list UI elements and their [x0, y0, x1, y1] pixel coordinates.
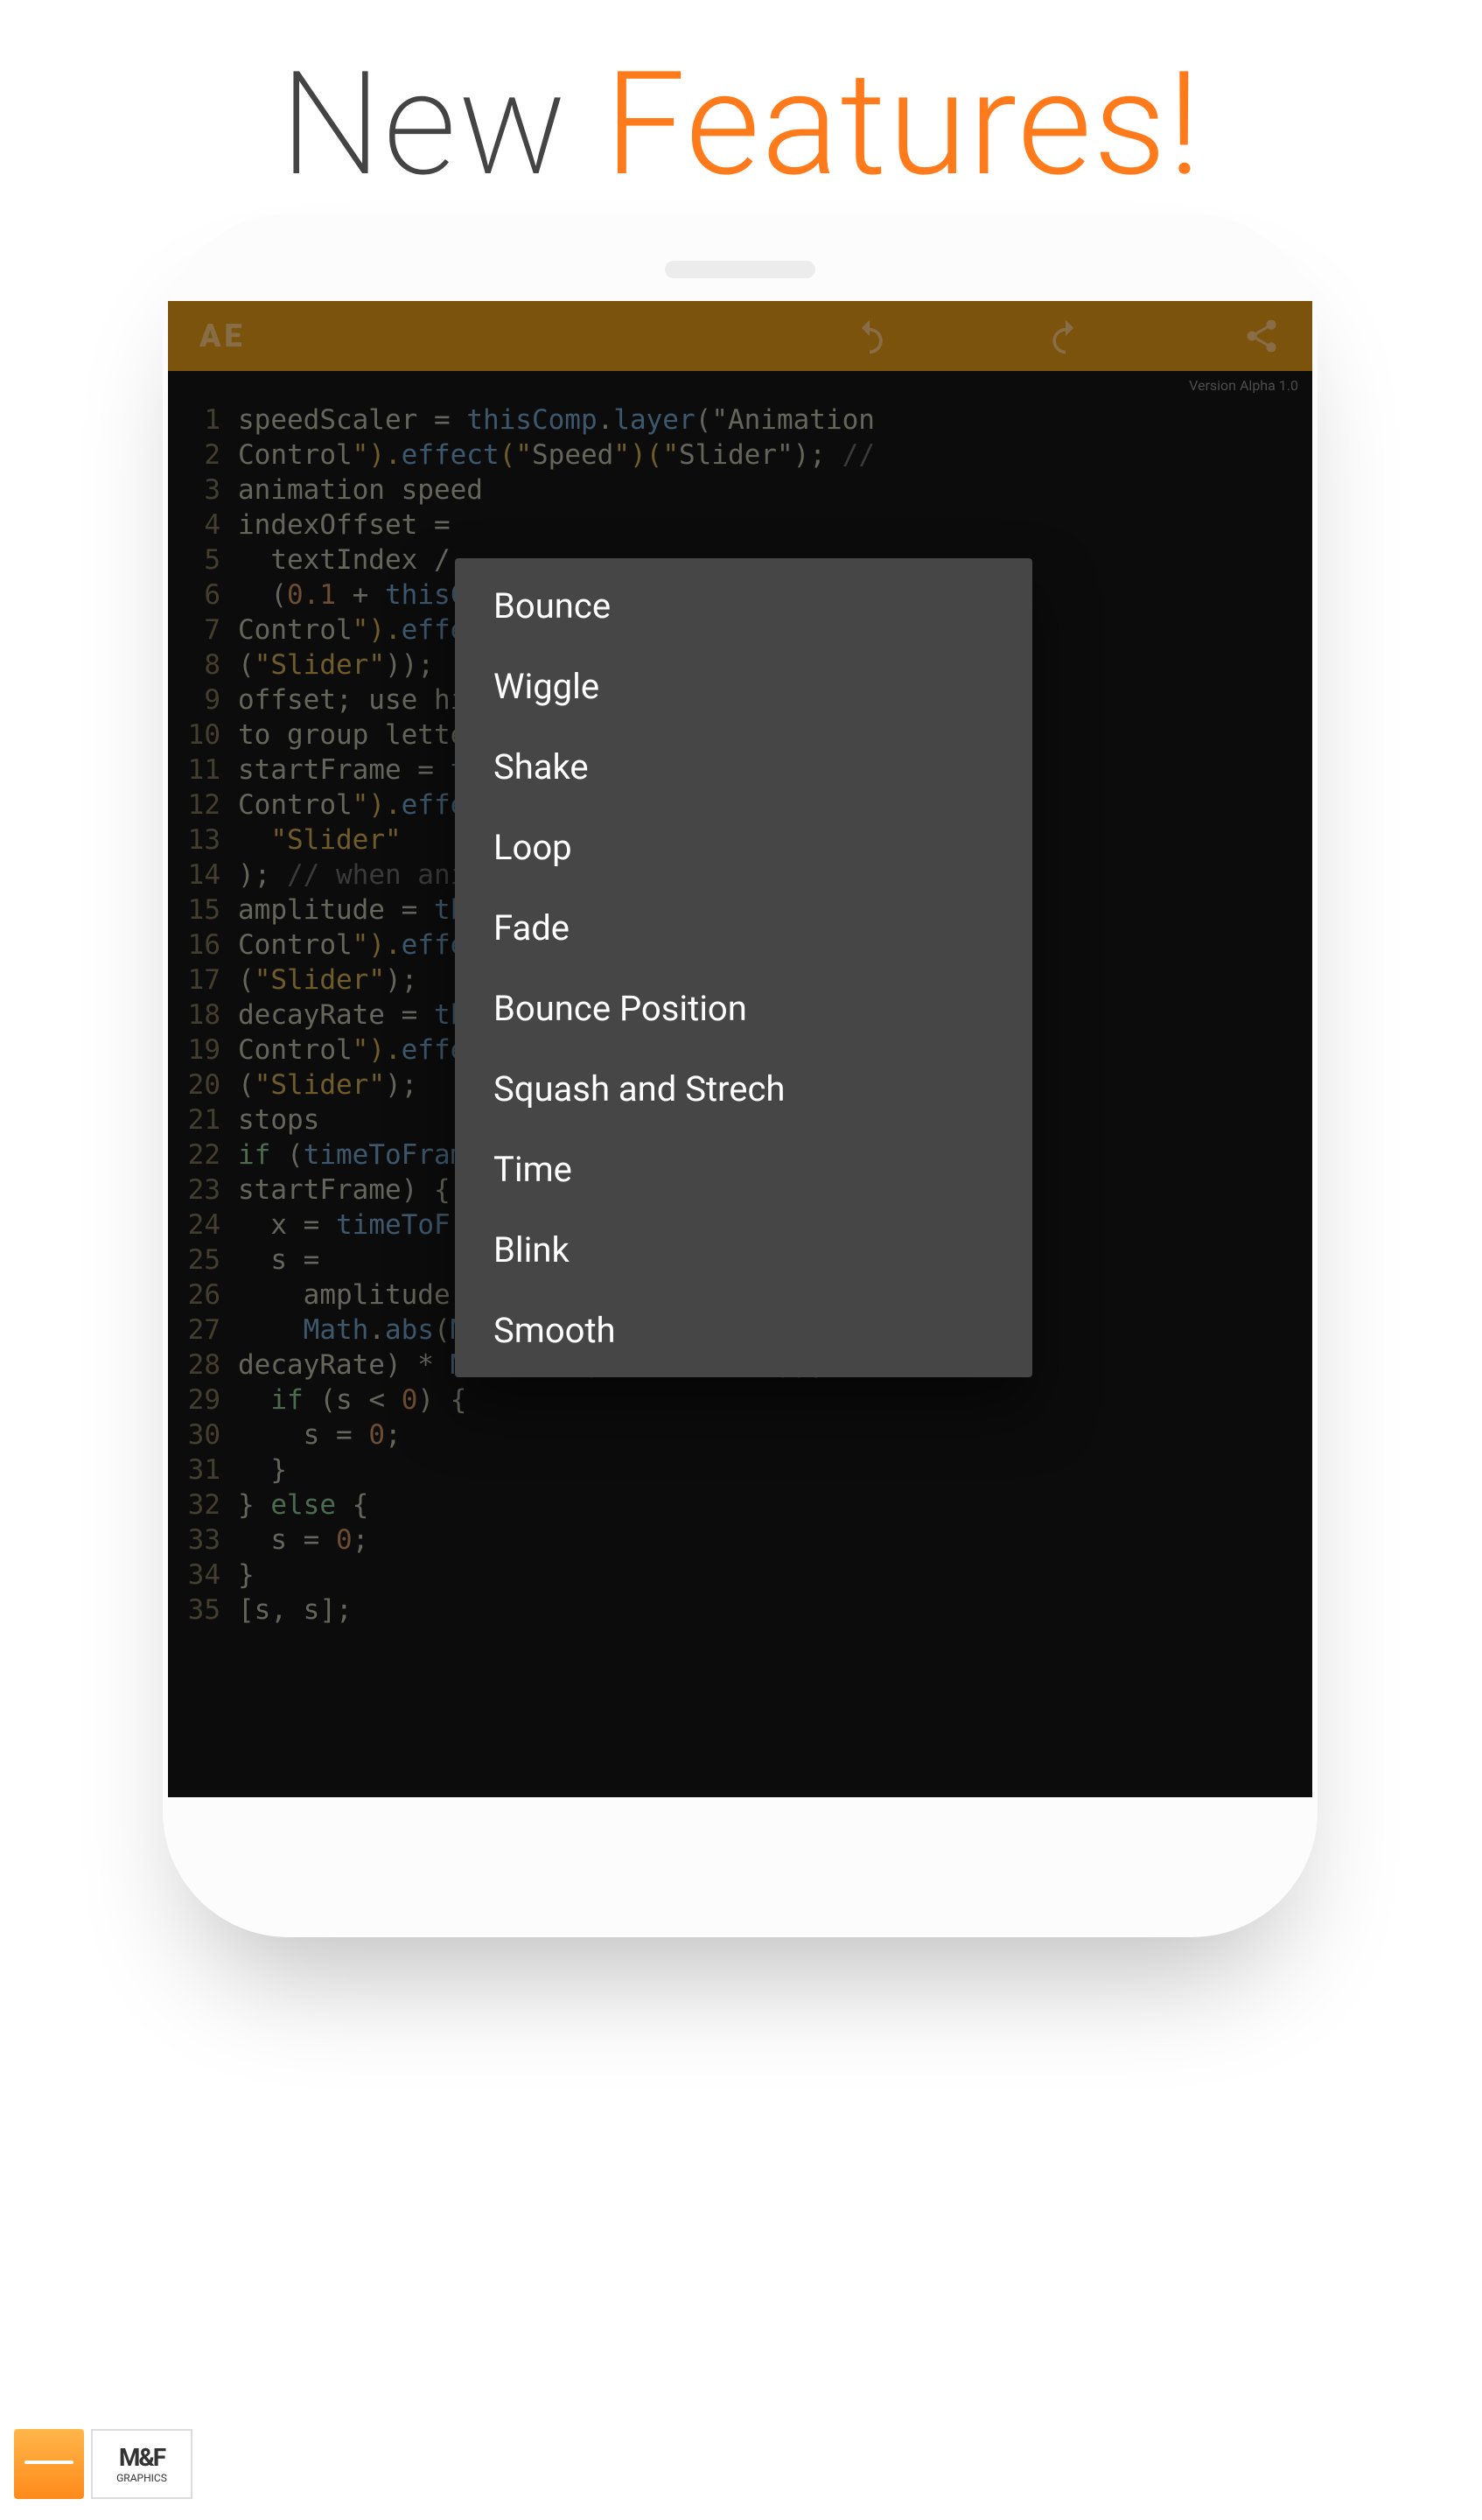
company-logo: M&F GRAPHICS [91, 2429, 192, 2499]
menu-item-blink[interactable]: Blink [455, 1209, 1032, 1290]
menu-item-fade[interactable]: Fade [455, 887, 1032, 968]
code-line[interactable]: 3animation speed [182, 472, 1309, 508]
version-label: Version Alpha 1.0 [1189, 378, 1298, 394]
company-logo-big: M&F [119, 2444, 164, 2472]
page-headline: New Features! [0, 42, 1482, 210]
app-screen: AE Version Alpha 1.0 1speedScaler = this… [168, 301, 1312, 1797]
code-line[interactable]: 35[s, s]; [182, 1592, 1309, 1628]
headline-part2: Features! [605, 42, 1202, 210]
menu-item-time[interactable]: Time [455, 1129, 1032, 1209]
code-line[interactable]: 33 s = 0; [182, 1522, 1309, 1558]
menu-item-loop[interactable]: Loop [455, 807, 1032, 887]
share-icon[interactable] [1242, 317, 1281, 355]
app-icon [14, 2429, 84, 2499]
code-line[interactable]: 4indexOffset = [182, 508, 1309, 542]
undo-icon[interactable] [850, 317, 889, 355]
code-line[interactable]: 34} [182, 1558, 1309, 1592]
app-logo: AE [199, 318, 246, 354]
code-line[interactable]: 1speedScaler = thisComp.layer("Animation [182, 402, 1309, 438]
code-line[interactable]: 29 if (s < 0) { [182, 1382, 1309, 1418]
company-logo-small: GRAPHICS [116, 2472, 167, 2484]
phone-mockup: AE Version Alpha 1.0 1speedScaler = this… [163, 214, 1318, 1937]
redo-icon[interactable] [1046, 317, 1085, 355]
menu-item-squash-stretch[interactable]: Squash and Strech [455, 1048, 1032, 1129]
menu-item-smooth[interactable]: Smooth [455, 1290, 1032, 1370]
menu-item-shake[interactable]: Shake [455, 726, 1032, 807]
code-line[interactable]: 30 s = 0; [182, 1418, 1309, 1452]
code-line[interactable]: 2Control").effect("Speed")("Slider"); // [182, 438, 1309, 472]
code-line[interactable]: 32} else { [182, 1488, 1309, 1522]
menu-item-bounce[interactable]: Bounce [455, 565, 1032, 646]
phone-speaker [665, 261, 815, 278]
footer-logos: M&F GRAPHICS [14, 2429, 192, 2499]
code-line[interactable]: 31 } [182, 1452, 1309, 1488]
context-menu: Bounce Wiggle Shake Loop Fade Bounce Pos… [455, 558, 1032, 1377]
menu-item-bounce-position[interactable]: Bounce Position [455, 968, 1032, 1048]
menu-item-wiggle[interactable]: Wiggle [455, 646, 1032, 726]
app-topbar: AE [168, 301, 1312, 371]
headline-part1: New [280, 42, 605, 210]
